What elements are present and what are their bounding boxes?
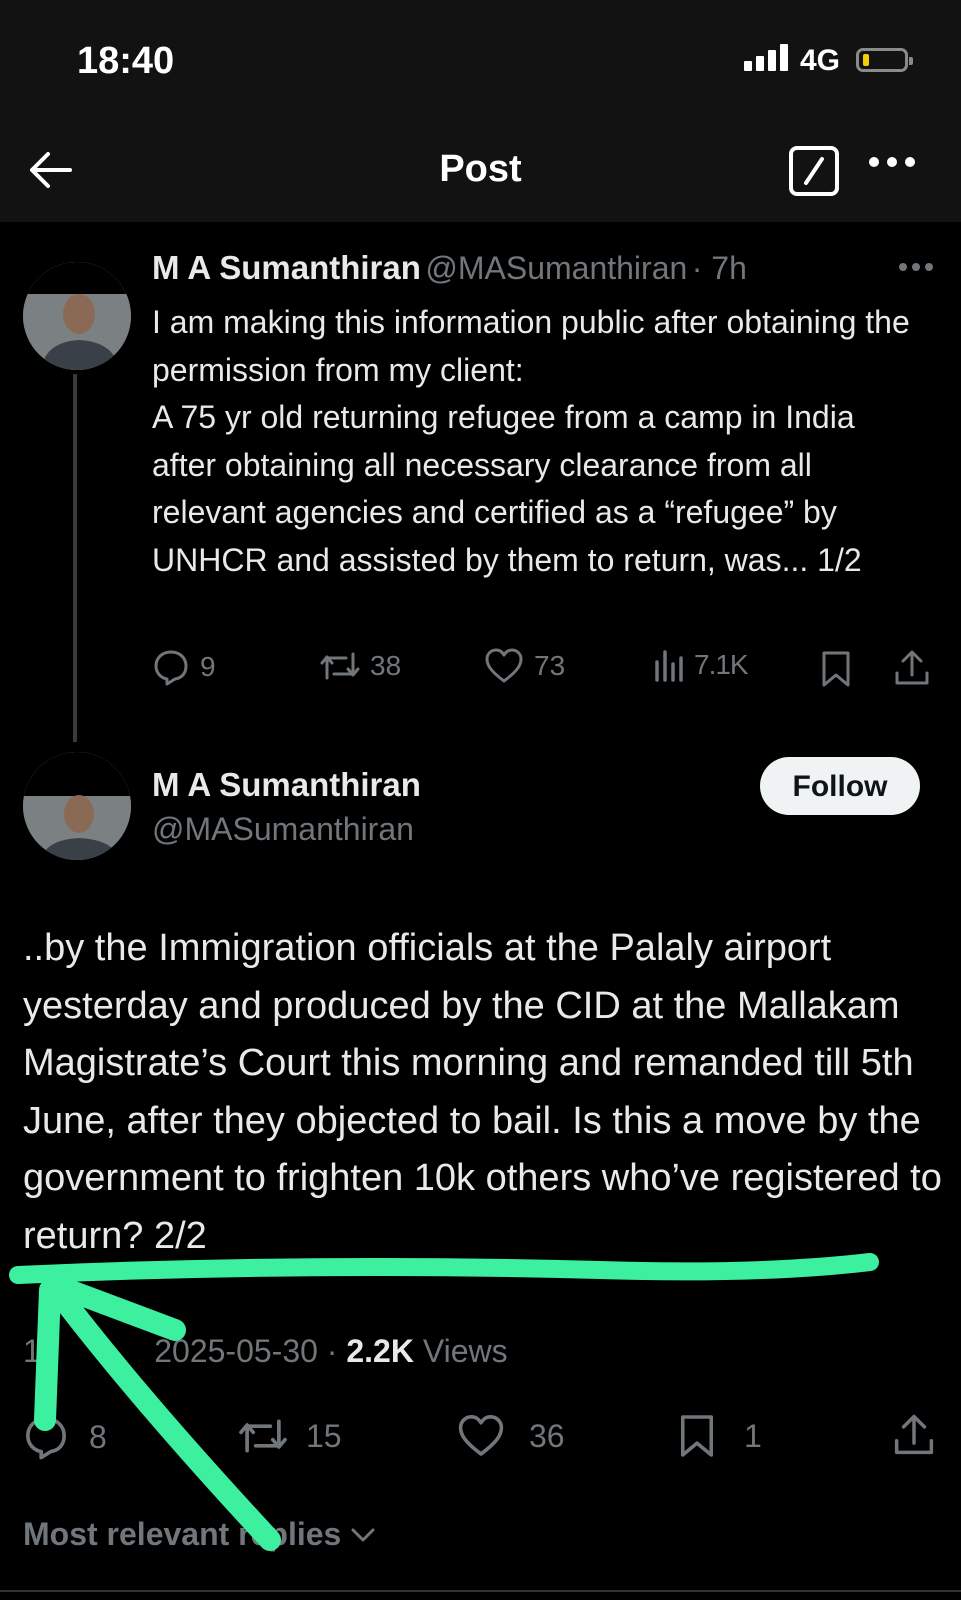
tweet-date: 2025-05-30 [154, 1333, 318, 1369]
views-count: 2.2K [346, 1333, 414, 1369]
view-count: 7.1K [694, 649, 749, 680]
heart-icon [485, 648, 523, 683]
repost-count: 38 [370, 650, 402, 681]
tweet-meta[interactable]: 11 2025-05-30 · 2.2K Views [23, 1333, 508, 1370]
author-handle[interactable]: @MASumanthiran [152, 811, 414, 848]
bookmark-icon [680, 1415, 714, 1457]
repost-button[interactable]: 38 [318, 648, 401, 684]
parent-author[interactable]: M A Sumanthiran @MASumanthiran · 7h [152, 249, 747, 287]
avatar-image [23, 752, 131, 860]
analytics-icon [655, 650, 683, 682]
more-icon [899, 263, 933, 271]
network-type: 4G [800, 44, 841, 77]
views-button[interactable]: 7.1K [652, 648, 749, 682]
avatar[interactable] [23, 752, 131, 860]
bookmark-icon [822, 651, 850, 687]
tweet-more-button[interactable] [898, 262, 934, 272]
parent-tweet-text: I am making this information public afte… [152, 304, 910, 578]
share-icon [895, 650, 929, 685]
repost-button[interactable]: 15 [236, 1414, 342, 1458]
avatar-image [23, 262, 131, 370]
like-count: 36 [529, 1417, 565, 1454]
share-icon [894, 1414, 934, 1455]
repost-icon [239, 1419, 287, 1453]
battery-icon [856, 48, 913, 72]
bookmark-button[interactable] [820, 650, 852, 688]
compose-button[interactable] [788, 145, 840, 197]
reply-icon [154, 650, 188, 686]
signal-icon [744, 44, 788, 71]
author-handle: @MASumanthiran [425, 250, 688, 286]
reply-icon [26, 1417, 66, 1460]
author-name: M A Sumanthiran [152, 249, 421, 286]
avatar[interactable] [23, 262, 131, 370]
author-name[interactable]: M A Sumanthiran [152, 766, 421, 804]
chevron-down-icon [351, 1528, 375, 1541]
like-button[interactable]: 36 [457, 1414, 565, 1458]
meta-separator: · [326, 1333, 338, 1369]
like-button[interactable]: 73 [484, 648, 565, 684]
reply-count: 9 [200, 651, 216, 682]
follow-button[interactable]: Follow [760, 757, 920, 815]
reply-button[interactable]: 8 [23, 1414, 107, 1460]
divider [0, 1590, 961, 1592]
bookmark-button[interactable]: 1 [678, 1413, 762, 1459]
reply-count: 8 [89, 1418, 107, 1455]
time-ago: · 7h [691, 250, 747, 286]
repost-icon [320, 652, 360, 680]
tweet-time: 11 [23, 1333, 57, 1369]
status-time: 18:40 [77, 40, 175, 82]
share-button[interactable] [892, 1413, 936, 1457]
heart-icon [458, 1415, 504, 1456]
more-options-button[interactable] [868, 155, 916, 169]
share-button[interactable] [893, 649, 931, 687]
replies-sort-dropdown[interactable]: Most relevant replies [23, 1516, 377, 1553]
reply-button[interactable]: 9 [152, 648, 216, 686]
more-icon [869, 157, 915, 167]
like-count: 73 [534, 650, 566, 681]
arrow-right-stroke [44, 1274, 186, 1341]
repost-count: 15 [306, 1417, 342, 1454]
views-label: Views [422, 1333, 508, 1369]
replies-sort-label: Most relevant replies [23, 1516, 342, 1552]
bookmark-count: 1 [744, 1417, 762, 1454]
thread-line [73, 374, 77, 742]
compose-icon [789, 146, 839, 196]
main-tweet-text: ..by the Immigration officials at the Pa… [23, 927, 942, 1257]
